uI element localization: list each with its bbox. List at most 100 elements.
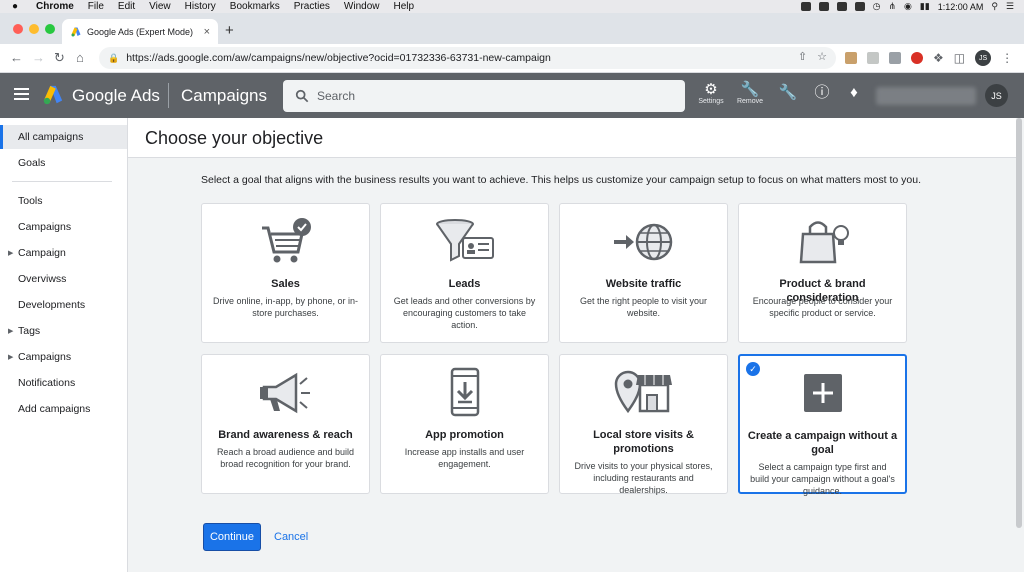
objective-card-leads[interactable]: Leads Get leads and other conversions by… (380, 203, 549, 343)
close-window-button[interactable] (13, 24, 23, 34)
google-ads-favicon-icon (71, 27, 81, 36)
zoom-window-button[interactable] (45, 24, 55, 34)
account-avatar[interactable]: JS (985, 84, 1008, 107)
account-info-blurred[interactable] (876, 87, 976, 105)
extension-icon[interactable] (867, 52, 879, 64)
objective-card-brand-awareness[interactable]: Brand awareness & reach Reach a broad au… (201, 354, 370, 494)
apple-icon[interactable]: ● (12, 1, 26, 12)
objective-card-local-store-visits[interactable]: Local store visits & promotions Drive vi… (559, 354, 728, 495)
menu-item-bookmarks[interactable]: Bookmarks (230, 1, 280, 12)
page-title-bar: Choose your objective (128, 118, 1016, 158)
hamburger-menu-icon[interactable] (14, 88, 29, 100)
minimize-window-button[interactable] (29, 24, 39, 34)
status-app-icon[interactable] (854, 2, 865, 11)
menu-item-view[interactable]: View (149, 1, 171, 12)
sidebar-item-label: Goals (18, 157, 46, 169)
menu-app-name[interactable]: Chrome (36, 1, 74, 12)
menubar-clock[interactable]: 1:12:00 AM (938, 2, 984, 12)
wifi-icon[interactable]: ◉ (904, 1, 912, 12)
sidebar-item-campaigns[interactable]: Campaigns (0, 215, 127, 239)
reload-button[interactable]: ↻ (54, 50, 65, 66)
sidebar-item-notifications[interactable]: Notifications (0, 371, 127, 395)
menu-item-edit[interactable]: Edit (118, 1, 135, 12)
objective-card-website-traffic[interactable]: Website traffic Get the right people to … (559, 203, 728, 343)
sidebar-item-add-campaigns[interactable]: Add campaigns (0, 397, 127, 421)
continue-button[interactable]: Continue (203, 523, 261, 551)
menu-item-window[interactable]: Window (344, 1, 380, 12)
card-description: Drive visits to your physical stores, in… (574, 461, 713, 495)
objective-card-sales[interactable]: Sales Drive online, in-app, by phone, or… (201, 203, 370, 343)
share-icon[interactable]: ⇧ (798, 50, 807, 63)
status-app-icon[interactable] (800, 2, 811, 11)
main-content: Choose your objective Select a goal that… (128, 118, 1024, 572)
card-title: Create a campaign without a goal (747, 430, 898, 456)
card-description: Encourage people to consider your specif… (752, 296, 893, 318)
sidebar-item-tools[interactable]: Tools (0, 189, 127, 213)
time-machine-icon[interactable]: ◷ (873, 1, 881, 12)
search-placeholder: Search (317, 89, 356, 103)
funnel-icon (435, 219, 494, 262)
lock-icon[interactable]: 🔒 (108, 53, 119, 64)
more-menu-icon[interactable]: ⋮ (1001, 51, 1013, 65)
control-center-icon[interactable]: ☰ (1006, 1, 1014, 12)
browser-tab-active[interactable]: Google Ads (Expert Mode) × (62, 19, 218, 44)
search-icon (295, 89, 309, 103)
wrench-icon: 🔧 (740, 81, 760, 98)
intro-text: Select a goal that aligns with the busin… (201, 174, 922, 186)
settings-button[interactable]: ⚙ Settings (691, 82, 731, 106)
sidebar-item-tags[interactable]: ▶ Tags (0, 319, 127, 343)
cancel-button[interactable]: Cancel (274, 531, 308, 543)
scrollbar[interactable] (1016, 118, 1022, 528)
notifications-button[interactable]: ♦ (834, 85, 874, 101)
sidebar-item-campaigns-group[interactable]: ▶ Campaigns (0, 345, 127, 369)
menu-item-history[interactable]: History (185, 1, 216, 12)
bluetooth-icon[interactable]: ⋔ (888, 1, 896, 12)
side-panel-icon[interactable]: ◫ (954, 51, 965, 65)
sidebar-item-all-campaigns[interactable]: All campaigns (0, 125, 127, 149)
sidebar-item-label: Notifications (18, 377, 76, 389)
card-description: Get leads and other conversions by encou… (393, 296, 536, 330)
expand-caret-icon[interactable]: ▶ (8, 249, 13, 257)
header-divider (168, 83, 169, 108)
address-bar[interactable]: 🔒 https://ads.google.com/aw/campaigns/ne… (99, 47, 836, 69)
sidebar-item-campaign[interactable]: ▶ Campaign (0, 241, 127, 265)
card-description: Select a campaign type first and build y… (750, 462, 895, 496)
sidebar-item-label: Tags (18, 325, 41, 337)
extension-icon[interactable] (911, 52, 923, 64)
search-input[interactable]: Search (283, 80, 685, 112)
expand-caret-icon[interactable]: ▶ (8, 327, 13, 335)
browser-toolbar: ← → ↻ ⌂ 🔒 https://ads.google.com/aw/camp… (0, 44, 1024, 73)
menu-item-help[interactable]: Help (394, 1, 415, 12)
extension-icon[interactable] (845, 52, 857, 64)
search-icon[interactable]: ⚲ (991, 1, 998, 12)
puzzle-extensions-icon[interactable]: ❖ (933, 51, 944, 65)
menubar-status-area: ◷ ⋔ ◉ ▮▮ 1:12:00 AM ⚲ ☰ (800, 0, 1014, 13)
sidebar-item-developments[interactable]: Developments (0, 293, 127, 317)
status-app-icon[interactable] (818, 2, 829, 11)
card-description: Increase app installs and user engagemen… (404, 447, 525, 469)
menu-item-file[interactable]: File (88, 1, 104, 12)
back-button[interactable]: ← (10, 50, 23, 65)
brand-name[interactable]: Google Ads (72, 86, 160, 106)
sidebar-item-goals[interactable]: Goals (0, 151, 127, 175)
profile-avatar[interactable]: JS (975, 50, 992, 66)
remove-button[interactable]: 🔧 Remove (730, 81, 770, 106)
new-tab-button[interactable]: + (225, 22, 234, 39)
card-title: Website traffic (605, 278, 682, 290)
home-icon[interactable]: ⌂ (76, 50, 84, 65)
battery-icon[interactable]: ▮▮ (920, 1, 930, 12)
menu-item-practies[interactable]: Practies (294, 1, 330, 12)
expand-caret-icon[interactable]: ▶ (8, 353, 13, 361)
extension-icon[interactable] (889, 52, 901, 64)
forward-button[interactable]: → (32, 50, 45, 65)
sidebar-item-overviwss[interactable]: Overviwss (0, 267, 127, 291)
objective-card-app-promotion[interactable]: App promotion Increase app installs and … (380, 354, 549, 494)
status-app-icon[interactable] (836, 2, 847, 11)
google-ads-logo-icon (43, 85, 63, 105)
objective-card-product-brand-consideration[interactable]: Product & brand consideration Encourage … (738, 203, 907, 343)
close-tab-icon[interactable]: × (204, 26, 210, 38)
objective-card-no-goal[interactable]: ✓ Create a campaign without a goal Selec… (738, 354, 907, 496)
page-title: Choose your objective (145, 128, 324, 148)
phone-download-icon (450, 367, 479, 417)
bookmark-star-icon[interactable]: ☆ (817, 50, 827, 63)
